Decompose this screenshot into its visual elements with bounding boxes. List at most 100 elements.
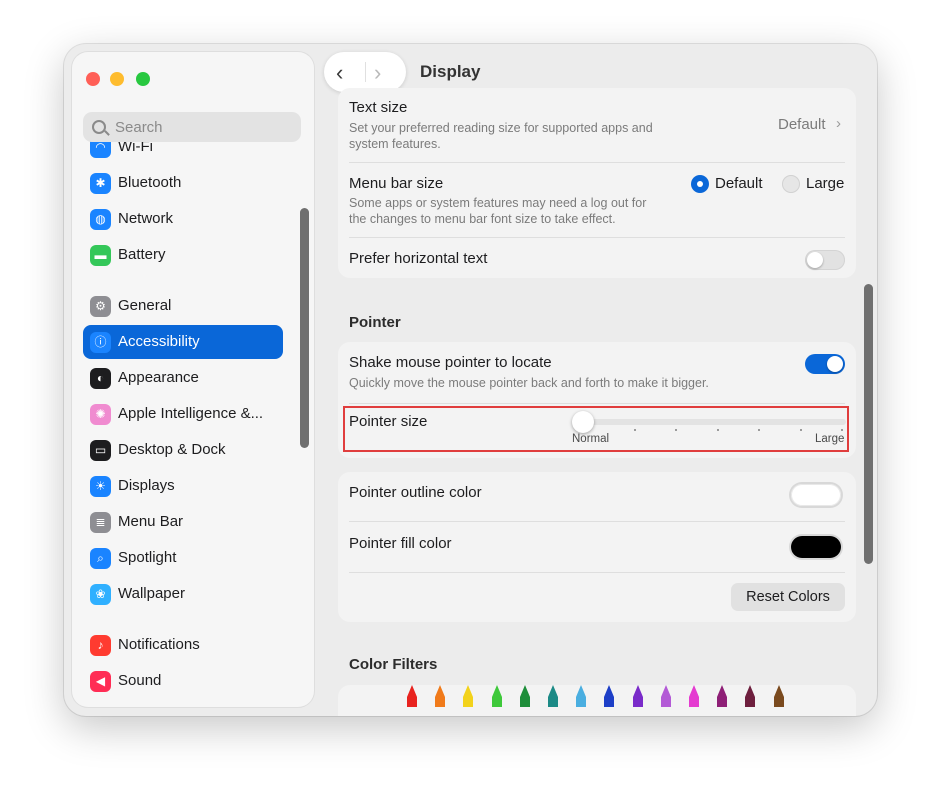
dock-icon: ▭ [90,440,111,461]
menu-bar-size-description-2: the changes to menu bar font size to tak… [349,212,616,226]
highlight-box [343,406,849,452]
page-title: Display [420,62,481,81]
navigation-buttons: ‹ › [324,52,406,92]
prefer-horizontal-text-title: Prefer horizontal text [349,250,488,267]
content-scrollbar[interactable] [864,284,873,564]
sidebar-item-label: Wallpaper [118,585,185,602]
pencil-icon [660,685,671,707]
settings-window: ◠ Wi-Fi ✱ Bluetooth ◍ Network ▬ Battery ⚙ General… [64,44,877,716]
pencil-icon [548,685,558,707]
pencil-icon [435,685,446,707]
pointer-fill-color-title: Pointer fill color [349,535,452,552]
color-filters-heading: Color Filters [349,656,438,673]
menu-bar-default-label[interactable]: Default [715,175,763,192]
pencil-icon [717,685,728,707]
nav-divider [365,62,366,82]
search-placeholder: Search [115,119,163,136]
accessibility-icon: ⓘ [90,332,111,353]
menu-bar-large-radio[interactable] [782,175,800,193]
sidebar-item[interactable]: ◍ Network [83,202,283,236]
pencil-icon [632,685,643,707]
divider [349,403,845,404]
sidebar-item-label: General [118,297,172,314]
globe-icon: ◍ [90,209,111,230]
sidebar-item[interactable]: ❀ Wallpaper [83,577,283,611]
sidebar-item[interactable]: ⌕ Spotlight [83,541,283,575]
back-button[interactable]: ‹ [336,60,343,86]
sidebar-item-label: Accessibility [118,333,200,350]
sidebar-item-label: Sound [118,672,162,689]
bluetooth-icon: ✱ [90,173,111,194]
appearance-icon: ◐ [90,368,111,389]
menu-bar-large-label[interactable]: Large [806,175,844,192]
shake-pointer-toggle[interactable] [805,354,845,374]
text-size-description-1: Set your preferred reading size for supp… [349,121,653,135]
search-icon [92,120,106,134]
sidebar-item[interactable]: ♪ Notifications [83,628,283,662]
sidebar-item[interactable]: ▭ Desktop & Dock [83,433,283,467]
speaker-icon: ◀ [90,671,111,692]
sidebar-item[interactable]: ◐ Appearance [83,361,283,395]
sidebar-item[interactable]: ⚙ General [83,289,283,323]
sidebar: ◠ Wi-Fi ✱ Bluetooth ◍ Network ▬ Battery ⚙ General… [72,52,314,707]
divider [349,572,845,573]
sidebar-item-label: Desktop & Dock [118,441,226,458]
menu-bar-icon: ≣ [90,512,111,533]
forward-button[interactable]: › [374,60,381,86]
wallpaper-icon: ❀ [90,584,111,605]
sidebar-item[interactable]: ✱ Bluetooth [83,166,283,200]
sidebar-item[interactable]: ≣ Menu Bar [83,505,283,539]
pencil-icon [689,685,699,707]
pencil-icon [773,685,784,707]
menu-bar-default-radio[interactable] [691,175,709,193]
divider [349,162,845,163]
pencil-icon [491,685,502,707]
reset-colors-button[interactable]: Reset Colors [731,583,845,611]
sidebar-item[interactable]: ◀ Sound [83,664,283,698]
sun-icon: ☀ [90,476,111,497]
pointer-outline-color-swatch[interactable] [791,484,841,506]
sidebar-item-label: Network [118,210,174,227]
sidebar-item-label: Spotlight [118,549,177,566]
menu-bar-size-title: Menu bar size [349,175,444,192]
sidebar-item-label: Displays [118,477,175,494]
sidebar-item[interactable]: ▬ Battery [83,238,283,272]
sidebar-item[interactable]: ⓘ Accessibility [83,325,283,359]
gear-icon: ⚙ [90,296,111,317]
bell-icon: ♪ [90,635,111,656]
pointer-colors-group: Pointer outline color Pointer fill color… [338,472,856,622]
apple-intelligence-icon: ✺ [90,404,111,425]
pencil-icon [519,685,530,707]
sidebar-item[interactable]: ✺ Apple Intelligence &... [83,397,283,431]
spotlight-icon: ⌕ [90,548,111,569]
pencil-icon [745,685,756,707]
text-size-value[interactable]: Default [778,116,826,133]
close-window-button[interactable] [86,72,100,86]
sidebar-scrollbar[interactable] [300,208,309,448]
menu-bar-size-description-1: Some apps or system features may need a … [349,196,647,210]
shake-pointer-title: Shake mouse pointer to locate [349,354,552,371]
search-field[interactable]: Search [83,112,301,142]
pencil-icon [576,685,587,707]
sidebar-item-label: Menu Bar [118,513,184,530]
divider [349,521,845,522]
sidebar-item-label: Bluetooth [118,174,182,191]
display-settings-group: Text size Set your preferred reading siz… [338,88,856,278]
prefer-horizontal-text-toggle[interactable] [805,250,845,270]
minimize-window-button[interactable] [110,72,124,86]
divider [349,237,845,238]
chevron-right-icon[interactable]: › [836,115,841,132]
sidebar-item-label: Notifications [118,636,200,653]
pencil-icon [407,685,417,707]
pencil-icon [463,685,474,707]
zoom-window-button[interactable] [136,72,150,86]
color-filters-group [338,685,856,716]
text-size-title: Text size [349,99,408,116]
battery-icon: ▬ [90,245,111,266]
sidebar-item-label: Appearance [118,369,199,386]
pointer-section-heading: Pointer [349,314,401,331]
sidebar-item-label: Apple Intelligence &... [118,405,264,422]
pointer-fill-color-swatch[interactable] [791,536,841,558]
text-size-description-2: system features. [349,137,441,151]
sidebar-item[interactable]: ☀ Displays [83,469,283,503]
